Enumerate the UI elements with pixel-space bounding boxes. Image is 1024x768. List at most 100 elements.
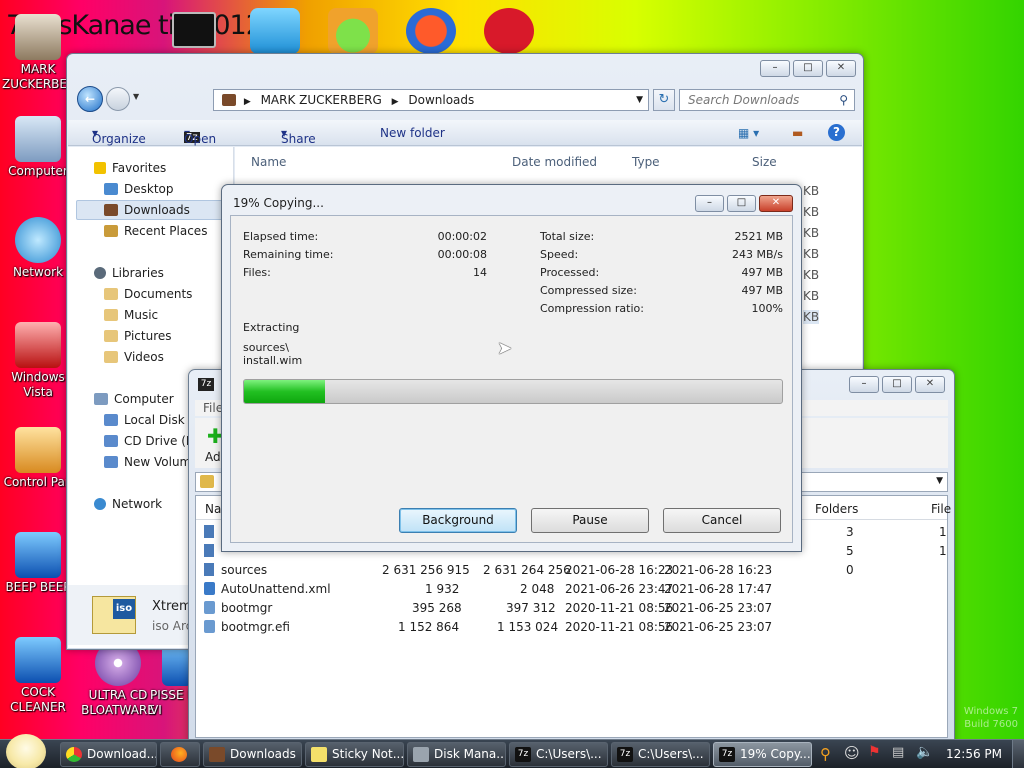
recent-pages-dropdown[interactable]: ▼ [133, 92, 139, 101]
clock[interactable]: 12:56 PM [946, 747, 1002, 761]
nav-local-disk[interactable]: Local Disk (C [104, 413, 202, 427]
column-header-date[interactable]: Date modified [512, 155, 597, 169]
column-header-name[interactable]: Name [251, 155, 286, 169]
nav-libraries[interactable]: Libraries [94, 266, 164, 280]
search-input[interactable]: Search Downloads ⚲ [679, 89, 855, 111]
cmd-icon[interactable] [172, 12, 216, 48]
maximize-button[interactable]: □ [793, 60, 823, 77]
current-file-line: install.wim [243, 354, 303, 367]
7zip-icon: 7z [515, 747, 531, 762]
open-label: Open [184, 132, 217, 146]
minimize-button[interactable]: – [849, 376, 879, 393]
start-button[interactable] [6, 734, 46, 768]
desktop-icon-control-panel[interactable]: Control Pan [2, 427, 74, 490]
breadcrumb-item[interactable]: Downloads [408, 93, 474, 107]
breadcrumb-separator: ▶ [243, 97, 251, 107]
close-button[interactable]: ✕ [826, 60, 856, 77]
desktop-icon-mark-zuckerberg[interactable]: MARK ZUCKERBERG [2, 14, 85, 92]
minimize-button[interactable]: – [760, 60, 790, 77]
desktop-icon-computer[interactable]: Computer [2, 116, 74, 179]
column-header-size[interactable]: Size [752, 155, 777, 169]
size-cell: 1 152 864 [398, 620, 460, 634]
action-center-icon[interactable]: ⚑ [868, 744, 881, 760]
desktop-icon-beep-beep[interactable]: BEEP BEEP [2, 532, 74, 595]
details-file-type: iso Arc [152, 619, 193, 633]
smiley-tray-icon[interactable]: ☺ [844, 744, 860, 762]
desktop-icon-ultra-cd[interactable]: ULTRA CD BLOATWARE [80, 640, 156, 718]
taskbar-button-7zip-copy[interactable]: 7z 19% Copy... [713, 742, 812, 767]
nav-desktop[interactable]: Desktop [104, 182, 174, 196]
archive-icon[interactable] [250, 8, 300, 54]
desktop-icon-cock-cleaner[interactable]: COCK CLEANER [2, 637, 74, 715]
preview-pane-icon[interactable]: ▬ [792, 126, 803, 140]
forward-button[interactable] [106, 87, 130, 111]
name-cell: AutoUnattend.xml [221, 582, 331, 596]
column-header-folders[interactable]: Folders [815, 502, 858, 516]
column-header-type[interactable]: Type [632, 155, 660, 169]
maximize-button[interactable]: □ [727, 195, 756, 212]
refresh-button[interactable]: ↻ [653, 89, 675, 111]
angry-bird-icon[interactable] [328, 8, 378, 54]
nav-videos[interactable]: Videos [104, 350, 164, 364]
organize-button[interactable]: Organize ▾ [92, 126, 146, 146]
path-dropdown[interactable]: ▼ [936, 476, 943, 486]
desktop-icon-label: Control Pan [3, 475, 73, 489]
address-dropdown[interactable]: ▼ [636, 90, 643, 110]
table-row[interactable]: AutoUnattend.xml 1 932 2 048 2021-06-26 … [196, 580, 947, 599]
breadcrumb-separator: ▶ [391, 97, 399, 107]
dev-cpp-icon[interactable] [484, 8, 534, 54]
packed-size-cell: 2 048 [520, 582, 555, 596]
xml-file-icon [204, 582, 215, 595]
back-button[interactable]: ← [77, 86, 103, 112]
nav-music[interactable]: Music [104, 308, 158, 322]
taskbar-button-7zip-2[interactable]: 7z C:\Users\... [611, 742, 710, 767]
nav-documents[interactable]: Documents [104, 287, 192, 301]
cancel-button[interactable]: Cancel [663, 508, 781, 533]
close-button[interactable]: ✕ [915, 376, 945, 393]
nav-cd-drive[interactable]: CD Drive (E: [104, 434, 198, 448]
share-with-button[interactable]: Share with ▾ [281, 126, 316, 160]
show-desktop-button[interactable] [1012, 740, 1024, 768]
taskbar-button-firefox[interactable] [160, 742, 200, 767]
total-size-label: Total size: [540, 230, 595, 243]
desktop-icon-network[interactable]: Network [2, 217, 74, 280]
nav-pictures[interactable]: Pictures [104, 329, 172, 343]
new-folder-button[interactable]: New folder [380, 126, 445, 140]
nav-favorites[interactable]: Favorites [94, 161, 166, 175]
taskbar-button-explorer[interactable]: Downloads [203, 742, 302, 767]
taskbar-button-disk-management[interactable]: Disk Mana... [407, 742, 506, 767]
nav-new-volume[interactable]: New Volum [104, 455, 191, 469]
copy-progress-dialog[interactable]: 19% Copying... – □ ✕ Elapsed time: 00:00… [221, 184, 802, 552]
open-button[interactable]: 7zOpen ▾ [184, 126, 216, 146]
desktop-icon-windows-vista[interactable]: Windows Vista [2, 322, 74, 400]
taskbar-button-sticky-notes[interactable]: Sticky Not... [305, 742, 404, 767]
size-cell: 1 932 [425, 582, 460, 596]
taskbar-button-chrome[interactable]: Download... [60, 742, 157, 767]
p-logo-icon[interactable] [406, 8, 456, 54]
nav-downloads[interactable]: Downloads [104, 203, 190, 217]
close-button[interactable]: ✕ [759, 195, 793, 212]
table-row[interactable]: bootmgr 395 268 397 312 2020-11-21 08:56… [196, 599, 947, 618]
desktop-icon-label: ULTRA CD BLOATWARE [81, 688, 155, 717]
volume-icon[interactable]: 🔈 [916, 744, 933, 760]
pause-button[interactable]: Pause [531, 508, 649, 533]
network-icon [15, 217, 61, 263]
folder-up-icon[interactable] [200, 475, 214, 488]
minimize-button[interactable]: – [695, 195, 724, 212]
table-row[interactable]: sources 2 631 256 915 2 631 264 256 2021… [196, 561, 947, 580]
network-tray-icon[interactable]: ▤ [892, 745, 904, 760]
column-header-files[interactable]: File [931, 502, 951, 516]
address-bar[interactable]: ▶ MARK ZUCKERBERG ▶ Downloads ▼ [213, 89, 649, 111]
background-button[interactable]: Background [399, 508, 517, 533]
nav-computer[interactable]: Computer [94, 392, 174, 406]
view-options-icon[interactable]: ▦ ▾ [738, 126, 759, 140]
help-icon[interactable]: ? [828, 124, 845, 141]
nav-recent-places[interactable]: Recent Places [104, 224, 207, 238]
maximize-button[interactable]: □ [882, 376, 912, 393]
size-unit: KB [803, 205, 820, 219]
breadcrumb-item[interactable]: MARK ZUCKERBERG [261, 93, 382, 107]
search-tray-icon[interactable]: ⚲ [820, 745, 831, 763]
taskbar-button-7zip-1[interactable]: 7z C:\Users\... [509, 742, 608, 767]
nav-network[interactable]: Network [94, 497, 162, 511]
table-row[interactable]: bootmgr.efi 1 152 864 1 153 024 2020-11-… [196, 618, 947, 637]
